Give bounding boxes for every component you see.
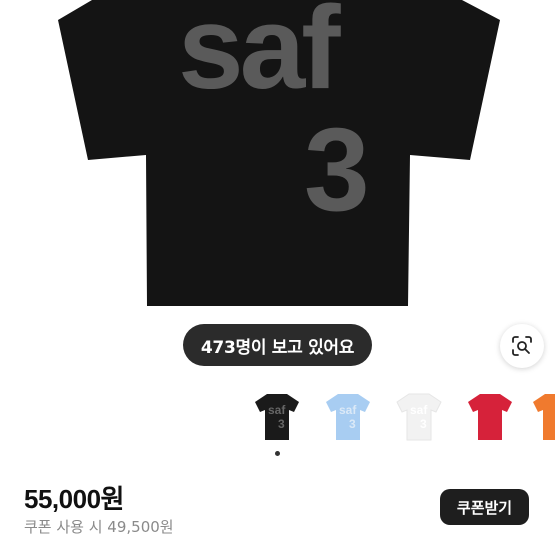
tshirt-thumb-icon	[533, 394, 555, 440]
product-hero-image: saf 3	[0, 0, 555, 380]
tshirt-illustration: saf 3	[58, 0, 500, 306]
svg-text:3: 3	[349, 417, 356, 431]
svg-text:saf: saf	[339, 403, 357, 417]
svg-text:saf: saf	[410, 403, 428, 417]
lens-search-icon	[512, 336, 532, 356]
lens-search-button[interactable]	[500, 324, 544, 368]
viewers-badge: 473명이 보고 있어요	[183, 324, 372, 366]
shirt-print-text: saf	[178, 0, 341, 114]
variant-thumb-white[interactable]: saf 3	[391, 388, 447, 444]
tshirt-thumb-icon: saf 3	[396, 393, 442, 441]
tshirt-thumb-icon: saf 3	[255, 394, 299, 440]
variant-thumb-light-blue[interactable]: saf 3	[320, 388, 376, 444]
variant-thumb-orange[interactable]	[533, 388, 555, 444]
tshirt-thumb-icon	[468, 394, 512, 440]
svg-text:3: 3	[420, 417, 427, 431]
svg-text:3: 3	[278, 417, 285, 431]
shirt-print-number: 3	[304, 104, 370, 236]
coupon-price-text: 쿠폰 사용 시 49,500원	[24, 518, 174, 536]
color-variant-list: saf 3 saf 3 saf 3	[0, 388, 555, 448]
viewers-text: 473명이 보고 있어요	[200, 337, 355, 358]
get-coupon-button[interactable]: 쿠폰받기	[440, 489, 529, 525]
product-price: 55,000원	[24, 484, 124, 514]
svg-text:saf: saf	[268, 403, 286, 417]
variant-thumb-red[interactable]	[462, 388, 518, 444]
selected-variant-indicator	[275, 451, 280, 456]
tshirt-thumb-icon: saf 3	[326, 394, 370, 440]
variant-thumb-black[interactable]: saf 3	[249, 388, 305, 444]
